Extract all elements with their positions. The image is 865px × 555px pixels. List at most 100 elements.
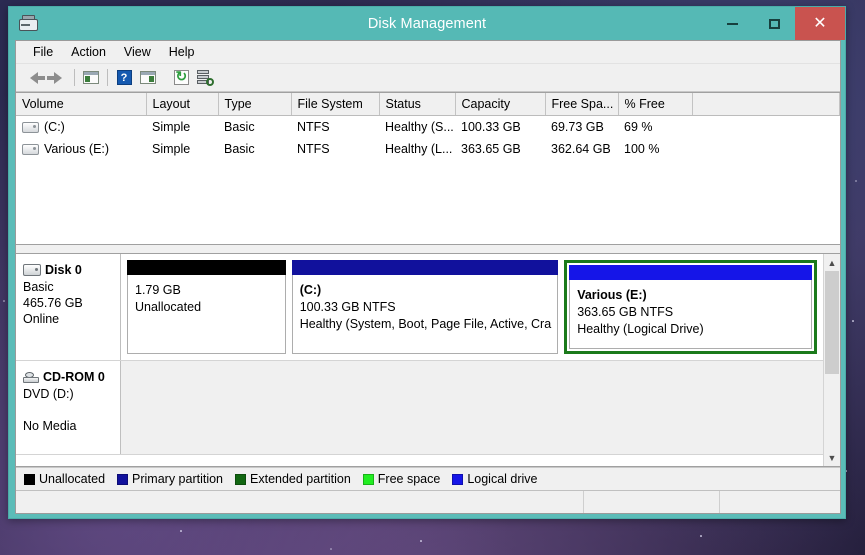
cell-free-space: 362.64 GB xyxy=(551,142,611,156)
legend-label: Primary partition xyxy=(132,472,224,486)
cell-capacity: 363.65 GB xyxy=(461,142,521,156)
legend-label: Extended partition xyxy=(250,472,351,486)
graphical-view-pane: Disk 0 Basic 465.76 GB Online 1.79 GB Un… xyxy=(16,253,840,467)
cell-file-system: NTFS xyxy=(297,120,330,134)
partition-strip-disk0: 1.79 GB Unallocated (C:) 100.33 GB NTFS … xyxy=(121,254,823,360)
legend-label: Free space xyxy=(377,472,441,486)
legend-swatch xyxy=(24,473,35,485)
forward-arrow-icon[interactable] xyxy=(46,67,70,89)
toolbar-separator xyxy=(74,69,75,86)
maximize-button[interactable] xyxy=(753,7,795,40)
partition-c-drive[interactable]: (C:) 100.33 GB NTFS Healthy (System, Boo… xyxy=(291,260,559,354)
disk-management-window: Disk Management ✕ File Action View Help xyxy=(8,6,846,519)
column-header-free-space[interactable]: Free Spa... xyxy=(545,93,619,116)
legend-bar: Unallocated Primary partition Extended p… xyxy=(16,467,840,491)
partition-size: 363.65 GB NTFS xyxy=(577,305,674,319)
menu-item-view[interactable]: View xyxy=(115,43,160,61)
show-hide-action-pane-icon[interactable] xyxy=(136,67,160,89)
cell-volume: (C:) xyxy=(16,116,146,139)
scrollbar-thumb[interactable] xyxy=(825,271,839,375)
graphical-view-scrollbar[interactable]: ▲ ▼ xyxy=(823,254,840,466)
legend-label: Logical drive xyxy=(467,472,538,486)
legend-swatch xyxy=(452,473,464,485)
show-hide-console-tree-icon[interactable] xyxy=(79,67,103,89)
legend-swatch xyxy=(117,473,129,485)
toolbar: ? xyxy=(16,64,840,92)
menu-item-action[interactable]: Action xyxy=(62,43,115,61)
partition-status: Healthy (Logical Drive) xyxy=(577,322,704,336)
cell-layout: Simple xyxy=(152,142,191,156)
partition-title: Various (E:) xyxy=(577,288,647,302)
legend-label: Unallocated xyxy=(39,472,106,486)
legend-item-unallocated: Unallocated xyxy=(24,472,105,486)
disk-drive-icon xyxy=(18,14,38,33)
partition-title: (C:) xyxy=(299,283,322,297)
legend-item-primary-partition: Primary partition xyxy=(117,472,223,486)
volume-list-pane[interactable]: Volume Layout Type File System Status Ca… xyxy=(16,92,840,245)
menu-bar: File Action View Help xyxy=(16,41,840,64)
back-arrow-icon[interactable] xyxy=(22,67,46,89)
cdrom-empty-area[interactable] xyxy=(121,361,823,454)
disk-row-cdrom0[interactable]: CD-ROM 0 DVD (D:) No Media xyxy=(16,361,823,455)
disk-row-disk0[interactable]: Disk 0 Basic 465.76 GB Online 1.79 GB Un… xyxy=(16,254,823,361)
cell-blank xyxy=(692,116,840,139)
window-client-area: File Action View Help ? ↻ Volume Layout … xyxy=(15,40,841,514)
column-header-status[interactable]: Status xyxy=(379,93,456,116)
menu-item-file[interactable]: File xyxy=(24,43,62,61)
scroll-up-icon[interactable]: ▲ xyxy=(824,254,840,271)
cell-file-system: NTFS xyxy=(297,142,330,156)
column-header-percent-free[interactable]: % Free xyxy=(618,93,693,116)
toolbar-separator xyxy=(107,69,108,86)
status-bar xyxy=(16,491,840,513)
column-header-volume[interactable]: Volume xyxy=(16,93,147,116)
cell-blank xyxy=(692,138,840,160)
cell-volume-label: Various (E:) xyxy=(44,142,110,156)
cell-status: Healthy (S... xyxy=(385,120,454,134)
cell-percent-free: 100 % xyxy=(624,142,660,156)
refresh-icon[interactable] xyxy=(169,67,193,89)
partition-unallocated[interactable]: 1.79 GB Unallocated xyxy=(127,260,286,354)
status-cell-1 xyxy=(583,491,719,513)
status-cell-2 xyxy=(719,491,840,513)
disk-header-disk0[interactable]: Disk 0 Basic 465.76 GB Online xyxy=(16,254,121,360)
minimize-button[interactable] xyxy=(711,7,753,40)
column-header-file-system[interactable]: File System xyxy=(291,93,380,116)
scrollbar-track[interactable] xyxy=(824,271,840,449)
column-header-layout[interactable]: Layout xyxy=(146,93,219,116)
scroll-down-icon[interactable]: ▼ xyxy=(824,449,840,466)
help-icon[interactable]: ? xyxy=(112,67,136,89)
title-bar[interactable]: Disk Management ✕ xyxy=(9,7,845,40)
drive-icon xyxy=(22,121,39,133)
partition-capacity-bar xyxy=(127,260,286,275)
graphical-view-scroll-area: Disk 0 Basic 465.76 GB Online 1.79 GB Un… xyxy=(16,254,823,466)
disk-drive-icon xyxy=(23,264,41,276)
disk-type: DVD (D:) xyxy=(23,387,74,401)
cell-type: Basic xyxy=(224,120,255,134)
table-row[interactable]: Various (E:) Simple Basic NTFS Healthy (… xyxy=(16,138,840,160)
partition-e-drive[interactable]: Various (E:) 363.65 GB NTFS Healthy (Log… xyxy=(564,260,817,354)
column-header-type[interactable]: Type xyxy=(218,93,292,116)
column-header-blank[interactable] xyxy=(692,93,840,116)
partition-capacity-bar xyxy=(291,260,559,275)
close-button[interactable]: ✕ xyxy=(795,7,845,40)
disk-header-cdrom0[interactable]: CD-ROM 0 DVD (D:) No Media xyxy=(16,361,121,454)
column-header-capacity[interactable]: Capacity xyxy=(455,93,546,116)
cell-free-space: 69.73 GB xyxy=(551,120,604,134)
cell-capacity: 100.33 GB xyxy=(461,120,521,134)
pane-splitter[interactable] xyxy=(16,245,840,253)
legend-item-free-space: Free space xyxy=(362,472,441,486)
partition-status: Healthy (System, Boot, Page File, Active… xyxy=(299,317,552,331)
disk-status: Online xyxy=(23,312,60,326)
cell-status: Healthy (L... xyxy=(385,142,453,156)
volume-table: Volume Layout Type File System Status Ca… xyxy=(16,93,840,160)
partition-size: 1.79 GB xyxy=(135,283,181,297)
rescan-disks-icon[interactable] xyxy=(193,67,217,89)
table-row[interactable]: (C:) Simple Basic NTFS Healthy (S... 100… xyxy=(16,116,840,139)
partition-size: 100.33 GB NTFS xyxy=(299,300,396,314)
legend-item-extended-partition: Extended partition xyxy=(235,472,351,486)
menu-item-help[interactable]: Help xyxy=(160,43,204,61)
disk-name: CD-ROM 0 xyxy=(43,370,105,384)
disk-status: No Media xyxy=(23,419,77,433)
legend-swatch xyxy=(362,473,374,485)
